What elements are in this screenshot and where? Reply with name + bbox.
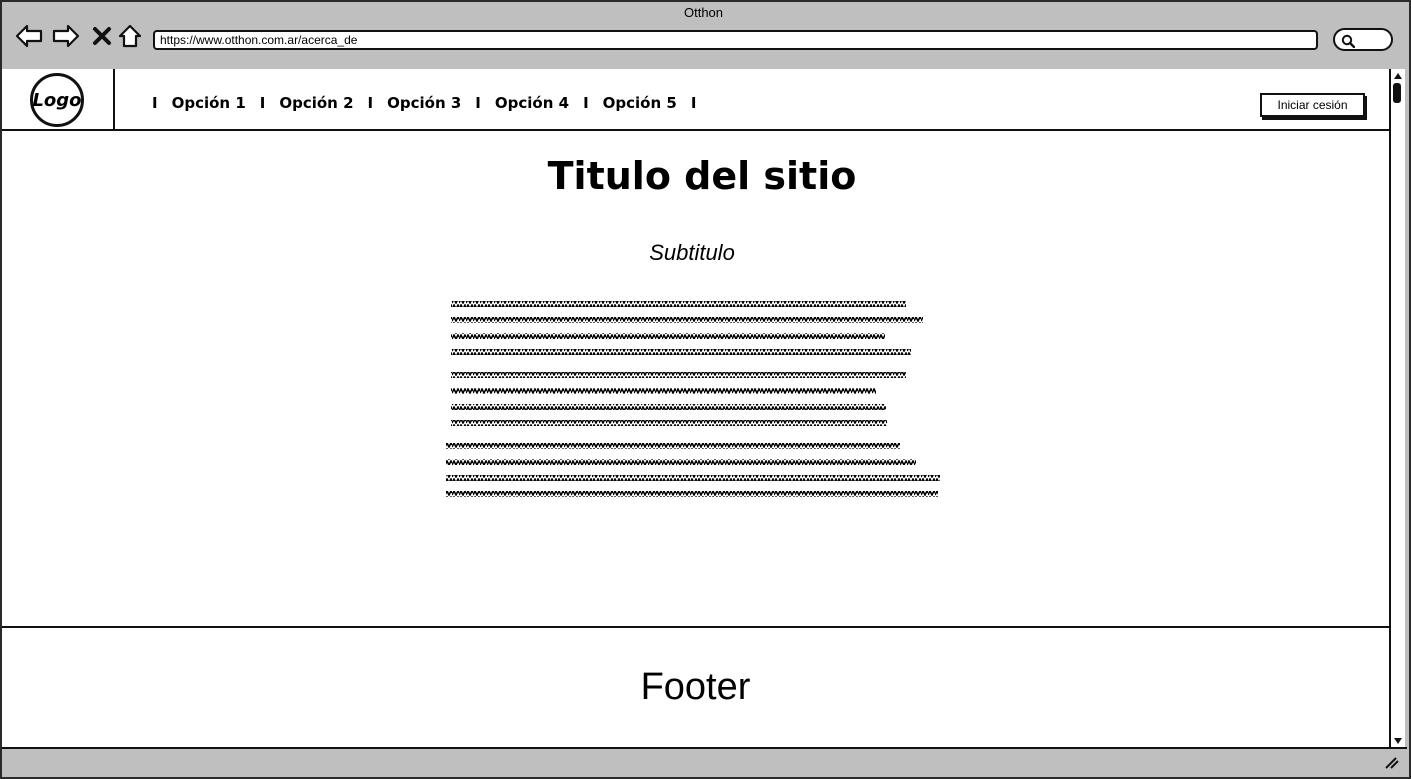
site-footer: Footer: [2, 626, 1389, 748]
menu-item-opcion-2[interactable]: Opción 2: [279, 94, 353, 112]
vertical-scrollbar[interactable]: [1389, 69, 1405, 749]
close-icon[interactable]: [88, 22, 116, 50]
scroll-up-arrow-icon[interactable]: [1393, 72, 1403, 80]
main-menu: I Opción 1 I Opción 2 I Opción 3 I Opció…: [152, 94, 710, 112]
menu-item-opcion-4[interactable]: Opción 4: [495, 94, 569, 112]
menu-item-opcion-1[interactable]: Opción 1: [172, 94, 246, 112]
menu-separator: I: [475, 94, 481, 112]
scroll-down-arrow-icon[interactable]: [1393, 737, 1403, 745]
menu-separator: I: [690, 94, 697, 112]
page-subtitle: Subtitulo: [649, 240, 735, 265]
site-header: Logo I Opción 1 I Opción 2 I Opción 3 I …: [2, 69, 1390, 131]
menu-separator: I: [152, 94, 158, 112]
site-logo[interactable]: Logo: [30, 73, 84, 127]
placeholder-text-block: [446, 301, 940, 497]
window-title: Otthon: [683, 5, 724, 20]
forward-arrow-icon[interactable]: [52, 22, 80, 50]
logo-cell: Logo: [2, 69, 115, 129]
scrollbar-thumb[interactable]: [1393, 83, 1401, 103]
back-arrow-icon[interactable]: [15, 22, 43, 50]
page-title: Titulo del sitio: [547, 154, 857, 198]
menu-item-opcion-3[interactable]: Opción 3: [387, 94, 461, 112]
menu-separator: I: [583, 94, 589, 112]
home-icon[interactable]: [116, 22, 144, 50]
login-button[interactable]: Iniciar cesión: [1260, 93, 1365, 117]
horizontal-scrollbar[interactable]: [2, 747, 1407, 775]
browser-search-field[interactable]: [1333, 28, 1393, 51]
footer-label: Footer: [640, 666, 751, 708]
resize-grip-icon[interactable]: [1383, 755, 1399, 769]
menu-item-opcion-5[interactable]: Opción 5: [603, 94, 677, 112]
search-icon: [1341, 34, 1355, 48]
menu-separator: I: [367, 94, 374, 112]
menu-separator: I: [259, 94, 266, 112]
address-bar[interactable]: https://www.otthon.com.ar/acerca_de: [153, 30, 1318, 50]
